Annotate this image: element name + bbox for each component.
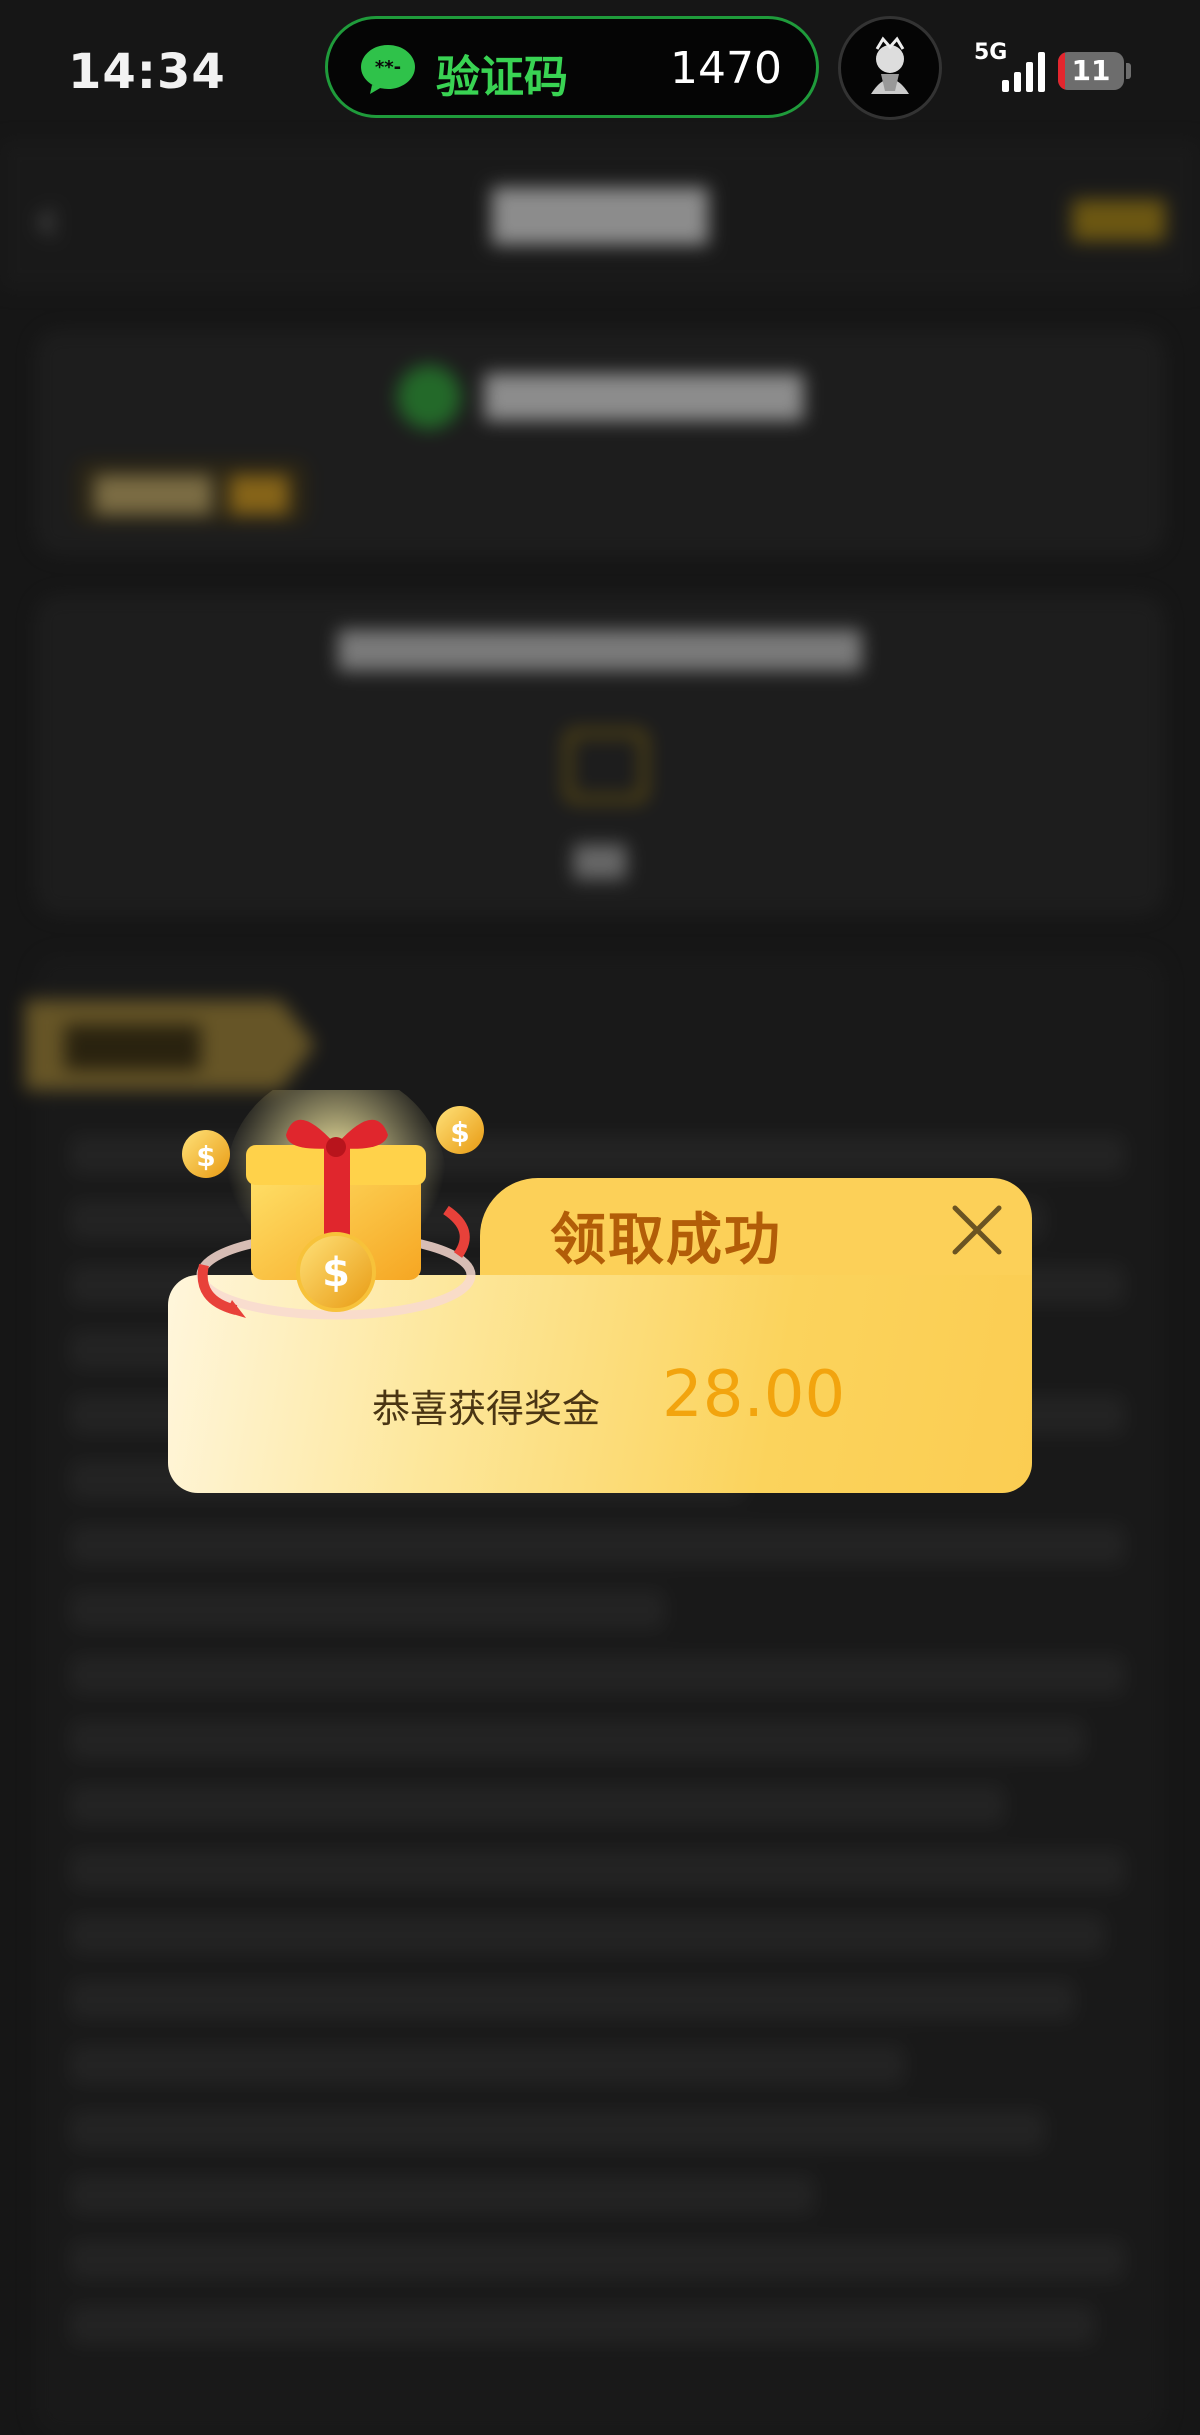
result-card: ▇▇▇▇▇▇▇▇▇ ▇▇▇▇ ▇▇ xyxy=(35,330,1165,555)
success-row: ▇▇▇▇▇▇▇▇▇ xyxy=(35,365,1165,429)
rule-line xyxy=(70,1850,1125,1890)
rule-line xyxy=(70,1525,1125,1565)
battery-icon: 11 xyxy=(1058,52,1124,90)
battery-tip xyxy=(1126,63,1131,79)
reward-message: 恭喜获得奖金 xyxy=(372,1387,601,1431)
nav-right-action[interactable]: ▇▇▇ xyxy=(1073,195,1165,241)
nav-bar: ‹ ▇▇▇▇▇ ▇▇▇ xyxy=(0,140,1200,290)
status-bar: 14:34 **- 验证码 1470 5G 11 xyxy=(0,0,1200,140)
rule-line xyxy=(70,1785,1005,1825)
battery-percent: 11 xyxy=(1071,54,1111,87)
svg-text:$: $ xyxy=(450,1116,469,1149)
close-icon[interactable] xyxy=(945,1198,1009,1262)
wechat-icon: **- xyxy=(361,45,415,94)
reward-value: ▇▇ xyxy=(229,470,289,514)
svg-text:$: $ xyxy=(322,1250,350,1296)
rule-line xyxy=(70,1590,665,1630)
clock: 14:34 xyxy=(68,44,226,100)
page-title: ▇▇▇▇▇ xyxy=(492,180,708,245)
share-tip: ▇▇▇▇▇▇▇▇▇▇▇▇▇▇▇▇▇ xyxy=(338,625,862,671)
share-card: ▇▇▇▇▇▇▇▇▇▇▇▇▇▇▇▇▇ ▇▇ xyxy=(35,595,1165,915)
rule-line xyxy=(70,2045,905,2085)
rule-line xyxy=(70,2175,815,2215)
share-label: ▇▇ xyxy=(573,840,627,880)
gift-box-icon: $ $ $ xyxy=(182,1090,484,1320)
reward-amount: 28.00 xyxy=(662,1358,846,1432)
svg-text:$: $ xyxy=(196,1140,215,1173)
signal-icon xyxy=(1002,52,1045,92)
verification-code-pill[interactable]: **- 验证码 1470 xyxy=(325,16,819,118)
svg-text:**-: **- xyxy=(375,57,401,78)
verification-code: 1470 xyxy=(670,43,782,94)
rule-line xyxy=(70,2240,1125,2280)
rule-line xyxy=(70,2305,1095,2345)
notification-label: 验证码 xyxy=(436,52,568,103)
rule-line xyxy=(70,1915,1105,1955)
modal-title: 领取成功 xyxy=(550,1208,782,1273)
rules-tag: ▇▇▇▇ xyxy=(25,1000,315,1090)
avatar-image xyxy=(871,36,909,94)
rule-line xyxy=(70,2110,1045,2150)
rule-line xyxy=(70,1720,1085,1760)
reward-row: ▇▇▇▇ ▇▇ xyxy=(75,460,309,524)
rule-line xyxy=(70,1655,1125,1695)
rule-line xyxy=(70,1980,1075,2020)
share-icon[interactable] xyxy=(565,730,647,802)
avatar[interactable] xyxy=(838,16,942,120)
check-icon xyxy=(396,365,461,429)
